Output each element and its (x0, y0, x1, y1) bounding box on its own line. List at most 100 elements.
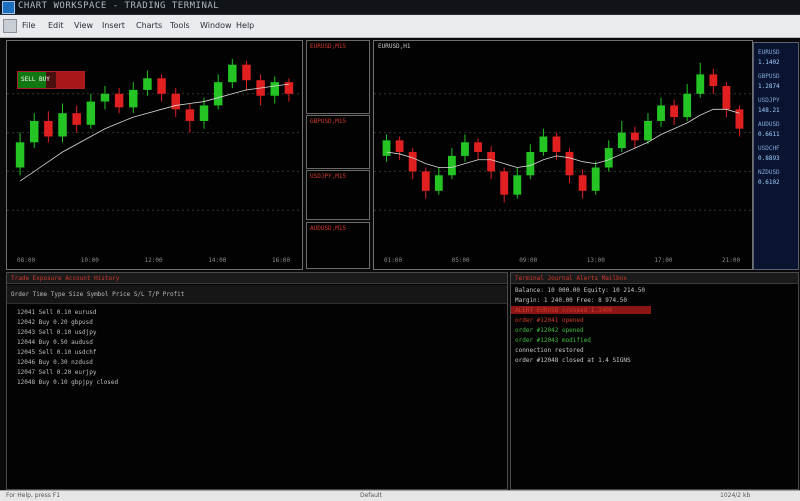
status-bar: For Help, press F1 Default 1024/2 kb (0, 490, 800, 501)
time-axis-tick: 10:00 (80, 257, 99, 264)
trade-buttons[interactable]: SELL BUY (17, 71, 85, 89)
trade-terminal-tabs[interactable]: Trade Exposure Account History (11, 275, 119, 282)
left-chart-panel[interactable]: SELL BUY 08:00 10:00 12:00 14:00 16:00 (6, 40, 303, 270)
candle-body (44, 120, 53, 137)
candle-body (171, 93, 180, 110)
journal-row[interactable]: Margin: 1 240.00 Free: 8 974.50 (515, 297, 627, 304)
journal-tabs[interactable]: Terminal Journal Alerts Mailbox (515, 275, 627, 282)
candle-body (100, 93, 110, 102)
app-icon (2, 1, 15, 14)
market-watch-row: NZDUSD (758, 169, 780, 176)
market-watch-row: 148.21 (758, 107, 780, 114)
journal-row[interactable]: Balance: 10 000.00 Equity: 10 214.50 (515, 287, 645, 294)
mini-chart-1-label: EURUSD,M15 (310, 43, 347, 50)
candle-body (213, 82, 223, 106)
market-watch-row: USDCHF (758, 145, 780, 152)
candle-body (29, 120, 39, 143)
market-watch-row: 1.1402 (758, 59, 780, 66)
candle-body (270, 82, 280, 96)
time-axis-tick: 21:00 (722, 257, 741, 264)
journal-row[interactable]: order #12043 modified (515, 337, 591, 344)
market-watch-row: 1.2874 (758, 83, 780, 90)
mini-chart-1[interactable]: EURUSD,M15 (306, 40, 370, 114)
menu-window[interactable]: Window (200, 21, 232, 30)
candle-body (408, 152, 417, 172)
candle-body (199, 105, 209, 121)
trade-row[interactable]: 12043 Sell 0.10 usdjpy (17, 329, 96, 336)
mini-chart-3[interactable]: USDJPY,M15 (306, 170, 370, 220)
candle-body (526, 152, 535, 176)
mini-chart-4[interactable]: AUDUSD,M15 (306, 222, 370, 269)
menu-view[interactable]: View (74, 21, 93, 30)
menu-file[interactable]: File (22, 21, 35, 30)
trade-row[interactable]: 12041 Sell 0.10 eurusd (17, 309, 96, 316)
market-watch-strip[interactable]: EURUSD 1.1402 GBPUSD 1.2874 USDJPY 148.2… (753, 42, 799, 270)
journal-panel[interactable]: Terminal Journal Alerts Mailbox Balance:… (510, 272, 799, 490)
market-watch-row: 0.8893 (758, 155, 780, 162)
journal-header: Terminal Journal Alerts Mailbox (511, 273, 798, 284)
time-axis-tick: 08:00 (17, 257, 36, 264)
journal-row[interactable]: ALERT EURUSD crossed 1.1400 (515, 307, 613, 314)
time-axis-tick: 13:00 (586, 257, 605, 264)
candle-body (630, 132, 639, 141)
candle-body (421, 171, 430, 191)
window-title: CHART WORKSPACE - TRADING TERMINAL (18, 1, 220, 11)
status-help: For Help, press F1 (6, 492, 61, 499)
menu-edit[interactable]: Edit (48, 21, 64, 30)
candle-body (434, 175, 443, 191)
candle-body (447, 155, 456, 176)
candle-body (129, 89, 138, 108)
trade-row[interactable]: 12045 Sell 0.10 usdchf (17, 349, 96, 356)
trade-row[interactable]: 12048 Buy 0.10 gbpjpy closed (17, 379, 118, 386)
mini-chart-2-label: GBPUSD,M15 (310, 118, 347, 125)
candle-body (72, 113, 81, 125)
trade-columns-label: Order Time Type Size Symbol Price S/L T/… (11, 291, 185, 298)
menu-tools[interactable]: Tools (170, 21, 190, 30)
buy-button[interactable] (56, 72, 84, 88)
candle-body (591, 167, 600, 191)
candle-body (58, 113, 67, 137)
candle-body (644, 120, 652, 141)
status-traffic: 1024/2 kb (720, 492, 751, 499)
candle-body (513, 175, 522, 195)
candle-body (382, 140, 391, 156)
menu-charts[interactable]: Charts (136, 21, 162, 30)
candle-body (709, 74, 718, 87)
menu-insert[interactable]: Insert (102, 21, 125, 30)
trade-row[interactable]: 12042 Buy 0.20 gbpusd (17, 319, 93, 326)
candle-body (474, 142, 482, 152)
right-price-chart[interactable] (374, 41, 752, 269)
journal-row[interactable]: order #12042 opened (515, 327, 584, 334)
candle-body (114, 93, 124, 108)
candle-body (696, 74, 705, 94)
candle-body (539, 136, 548, 152)
status-profile: Default (360, 492, 382, 499)
candle-body (552, 136, 561, 152)
menu-app-icon[interactable] (3, 19, 17, 33)
candle-body (500, 171, 509, 195)
journal-row[interactable]: connection restored (515, 347, 584, 354)
candle-body (395, 140, 404, 152)
menu-help[interactable]: Help (236, 21, 254, 30)
candle-body (143, 78, 152, 90)
trade-terminal-header: Trade Exposure Account History (7, 273, 507, 284)
candle-body (604, 148, 613, 168)
time-axis-tick: 14:00 (208, 257, 227, 264)
mini-chart-3-label: USDJPY,M15 (310, 173, 347, 180)
candle-body (722, 86, 731, 110)
candle-body (487, 152, 496, 172)
candle-body (242, 64, 251, 81)
right-chart-panel[interactable]: EURUSD,H1 01:00 05:00 09:00 13:00 17:00 21:00 (373, 40, 753, 270)
trade-row[interactable]: 12047 Sell 0.20 eurjpy (17, 369, 96, 376)
time-axis-tick: 05:00 (451, 257, 470, 264)
trade-row[interactable]: 12044 Buy 0.50 audusd (17, 339, 93, 346)
candle-body (670, 105, 679, 118)
journal-row[interactable]: order #12041 opened (515, 317, 584, 324)
journal-row[interactable]: order #12048 closed at 1.4 SIGNS (515, 357, 631, 364)
window-titlebar: CHART WORKSPACE - TRADING TERMINAL (0, 0, 800, 15)
mini-chart-2[interactable]: GBPUSD,M15 (306, 115, 370, 169)
time-axis-tick: 09:00 (519, 257, 538, 264)
trade-row[interactable]: 12046 Buy 0.30 nzdusd (17, 359, 93, 366)
trade-terminal-panel[interactable]: Trade Exposure Account History Order Tim… (6, 272, 508, 490)
candle-body (284, 82, 294, 94)
